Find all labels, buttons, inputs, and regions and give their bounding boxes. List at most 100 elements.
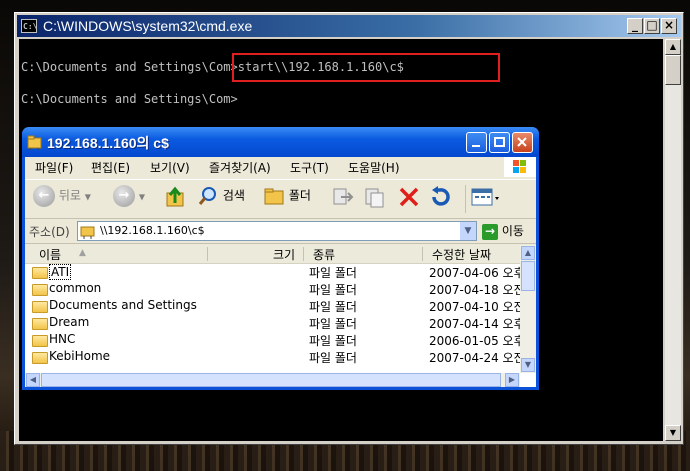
go-label: 이동	[501, 224, 524, 238]
file-date: 2007-04-06 오후	[429, 266, 525, 280]
address-bar: 주소(D) \\192.168.1.160\c$ ▼ → 이동	[25, 219, 536, 244]
file-date: 2007-04-18 오전	[429, 283, 525, 297]
windows-logo-icon	[504, 157, 536, 177]
go-button[interactable]: → 이동	[482, 222, 524, 240]
scroll-thumb[interactable]	[665, 55, 681, 85]
forward-button[interactable]: → ▼	[113, 185, 145, 213]
scroll-thumb[interactable]	[521, 261, 535, 291]
file-type: 파일 폴더	[309, 334, 357, 348]
file-type: 파일 폴더	[309, 317, 357, 331]
maximize-button[interactable]	[489, 132, 510, 153]
scroll-right-button[interactable]: ▶	[505, 373, 519, 387]
back-label: 뒤로	[58, 188, 81, 203]
sort-ascending-icon: ▲	[79, 248, 86, 258]
back-button[interactable]: ← 뒤로 ▼	[33, 185, 91, 213]
folder-icon	[32, 284, 48, 296]
file-name: ATI	[49, 264, 72, 280]
file-date: 2007-04-24 오전	[429, 351, 520, 364]
file-date: 2007-04-14 오후	[429, 317, 525, 331]
folder-icon	[32, 318, 48, 330]
file-date: 2006-01-05 오후	[429, 334, 525, 348]
command-highlight-box	[232, 53, 500, 82]
table-row[interactable]: common 파일 폴더 2007-04-18 오전	[25, 281, 525, 298]
address-dropdown-icon[interactable]: ▼	[460, 222, 476, 240]
vertical-scrollbar[interactable]: ▲ ▼	[520, 245, 536, 373]
copy-to-icon[interactable]	[363, 185, 387, 213]
table-row[interactable]: ATI 파일 폴더 2007-04-06 오후	[25, 264, 525, 281]
horizontal-scrollbar[interactable]: ◀ ▶	[25, 373, 520, 387]
views-button[interactable]	[465, 185, 500, 213]
delete-icon[interactable]	[397, 185, 421, 213]
file-name: common	[49, 281, 102, 295]
scroll-left-button[interactable]: ◀	[26, 373, 40, 387]
search-button[interactable]: 검색	[197, 185, 245, 213]
col-size[interactable]: 크기	[273, 246, 295, 263]
explorer-titlebar[interactable]: 192.168.1.160의 c$	[22, 127, 539, 157]
minimize-button[interactable]	[466, 132, 487, 153]
col-name[interactable]: 이름	[39, 246, 61, 263]
folder-icon	[32, 335, 48, 347]
views-icon	[471, 188, 499, 206]
table-row[interactable]: Documents and Settings 파일 폴더 2007-04-10 …	[25, 298, 525, 315]
folder-icon	[32, 352, 48, 364]
network-folder-icon	[27, 135, 42, 150]
scroll-down-button[interactable]: ▼	[521, 358, 535, 372]
table-row[interactable]: Dream 파일 폴더 2007-04-14 오후	[25, 315, 525, 332]
go-arrow-icon: →	[482, 223, 498, 240]
file-type: 파일 폴더	[309, 351, 357, 364]
back-arrow-icon: ←	[33, 185, 55, 207]
address-value: \\192.168.1.160\c$	[100, 224, 205, 237]
cmd-scrollbar[interactable]: ▲ ▼	[665, 39, 681, 441]
file-list: 이름 ▲ 크기 종류 수정한 날짜 ATI 파일 폴더 2007-04-06 오…	[25, 245, 536, 387]
menu-edit[interactable]: 편집(E)	[91, 159, 130, 176]
maximize-button[interactable]: □	[644, 18, 660, 34]
file-name: Documents and Settings	[49, 298, 197, 312]
explorer-content: 파일(F) 편집(E) 보기(V) 즐겨찾기(A) 도구(T) 도움말(H) ←…	[25, 157, 536, 387]
column-header: 이름 ▲ 크기 종류 수정한 날짜	[25, 245, 520, 264]
up-folder-icon[interactable]	[165, 185, 187, 213]
table-row[interactable]: HNC 파일 폴더 2006-01-05 오후	[25, 332, 525, 349]
scroll-down-button[interactable]: ▼	[665, 425, 681, 441]
console-line: C:\Documents and Settings\Com>	[21, 92, 238, 106]
menu-tools[interactable]: 도구(T)	[290, 159, 329, 176]
cmd-title: C:\WINDOWS\system32\cmd.exe	[43, 18, 253, 34]
col-type[interactable]: 종류	[313, 246, 335, 263]
scroll-up-button[interactable]: ▲	[521, 246, 535, 260]
search-icon	[198, 187, 216, 205]
file-name: HNC	[49, 332, 76, 346]
network-folder-icon	[80, 226, 95, 239]
undo-icon[interactable]	[428, 185, 452, 213]
file-type: 파일 폴더	[309, 266, 357, 280]
forward-arrow-icon: →	[113, 185, 135, 207]
scroll-thumb[interactable]	[41, 373, 501, 387]
menu-favorites[interactable]: 즐겨찾기(A)	[209, 159, 271, 176]
search-label: 검색	[222, 188, 245, 203]
toolbar: ← 뒤로 ▼ → ▼ 검색 폴더	[25, 179, 536, 219]
menu-file[interactable]: 파일(F)	[35, 159, 73, 176]
folders-icon	[264, 188, 284, 205]
file-type: 파일 폴더	[309, 283, 357, 297]
folders-button[interactable]: 폴더	[263, 185, 311, 213]
explorer-window: 192.168.1.160의 c$ 파일(F) 편집(E) 보기(V) 즐겨찾기…	[22, 127, 539, 390]
menu-help[interactable]: 도움말(H)	[348, 159, 400, 176]
folders-label: 폴더	[288, 188, 311, 203]
cmd-titlebar[interactable]: C:\ C:\WINDOWS\system32\cmd.exe _ □ ×	[17, 15, 681, 37]
folder-icon	[32, 267, 48, 279]
minimize-button[interactable]: _	[627, 18, 643, 34]
close-button[interactable]: ×	[661, 18, 677, 34]
move-to-icon[interactable]	[331, 185, 355, 213]
address-input[interactable]: \\192.168.1.160\c$ ▼	[77, 221, 477, 241]
menu-bar: 파일(F) 편집(E) 보기(V) 즐겨찾기(A) 도구(T) 도움말(H)	[25, 157, 536, 177]
file-date: 2007-04-10 오전	[429, 300, 525, 314]
close-button[interactable]	[512, 132, 533, 153]
col-date[interactable]: 수정한 날짜	[432, 246, 491, 263]
table-row[interactable]: KebiHome 파일 폴더 2007-04-24 오전	[25, 349, 520, 364]
file-type: 파일 폴더	[309, 300, 357, 314]
menu-view[interactable]: 보기(V)	[150, 159, 190, 176]
file-name: KebiHome	[49, 349, 111, 363]
folder-icon	[32, 301, 48, 313]
address-label: 주소(D)	[29, 225, 70, 239]
explorer-title: 192.168.1.160의 c$	[47, 135, 169, 151]
scroll-up-button[interactable]: ▲	[665, 39, 681, 55]
file-name: Dream	[49, 315, 90, 329]
